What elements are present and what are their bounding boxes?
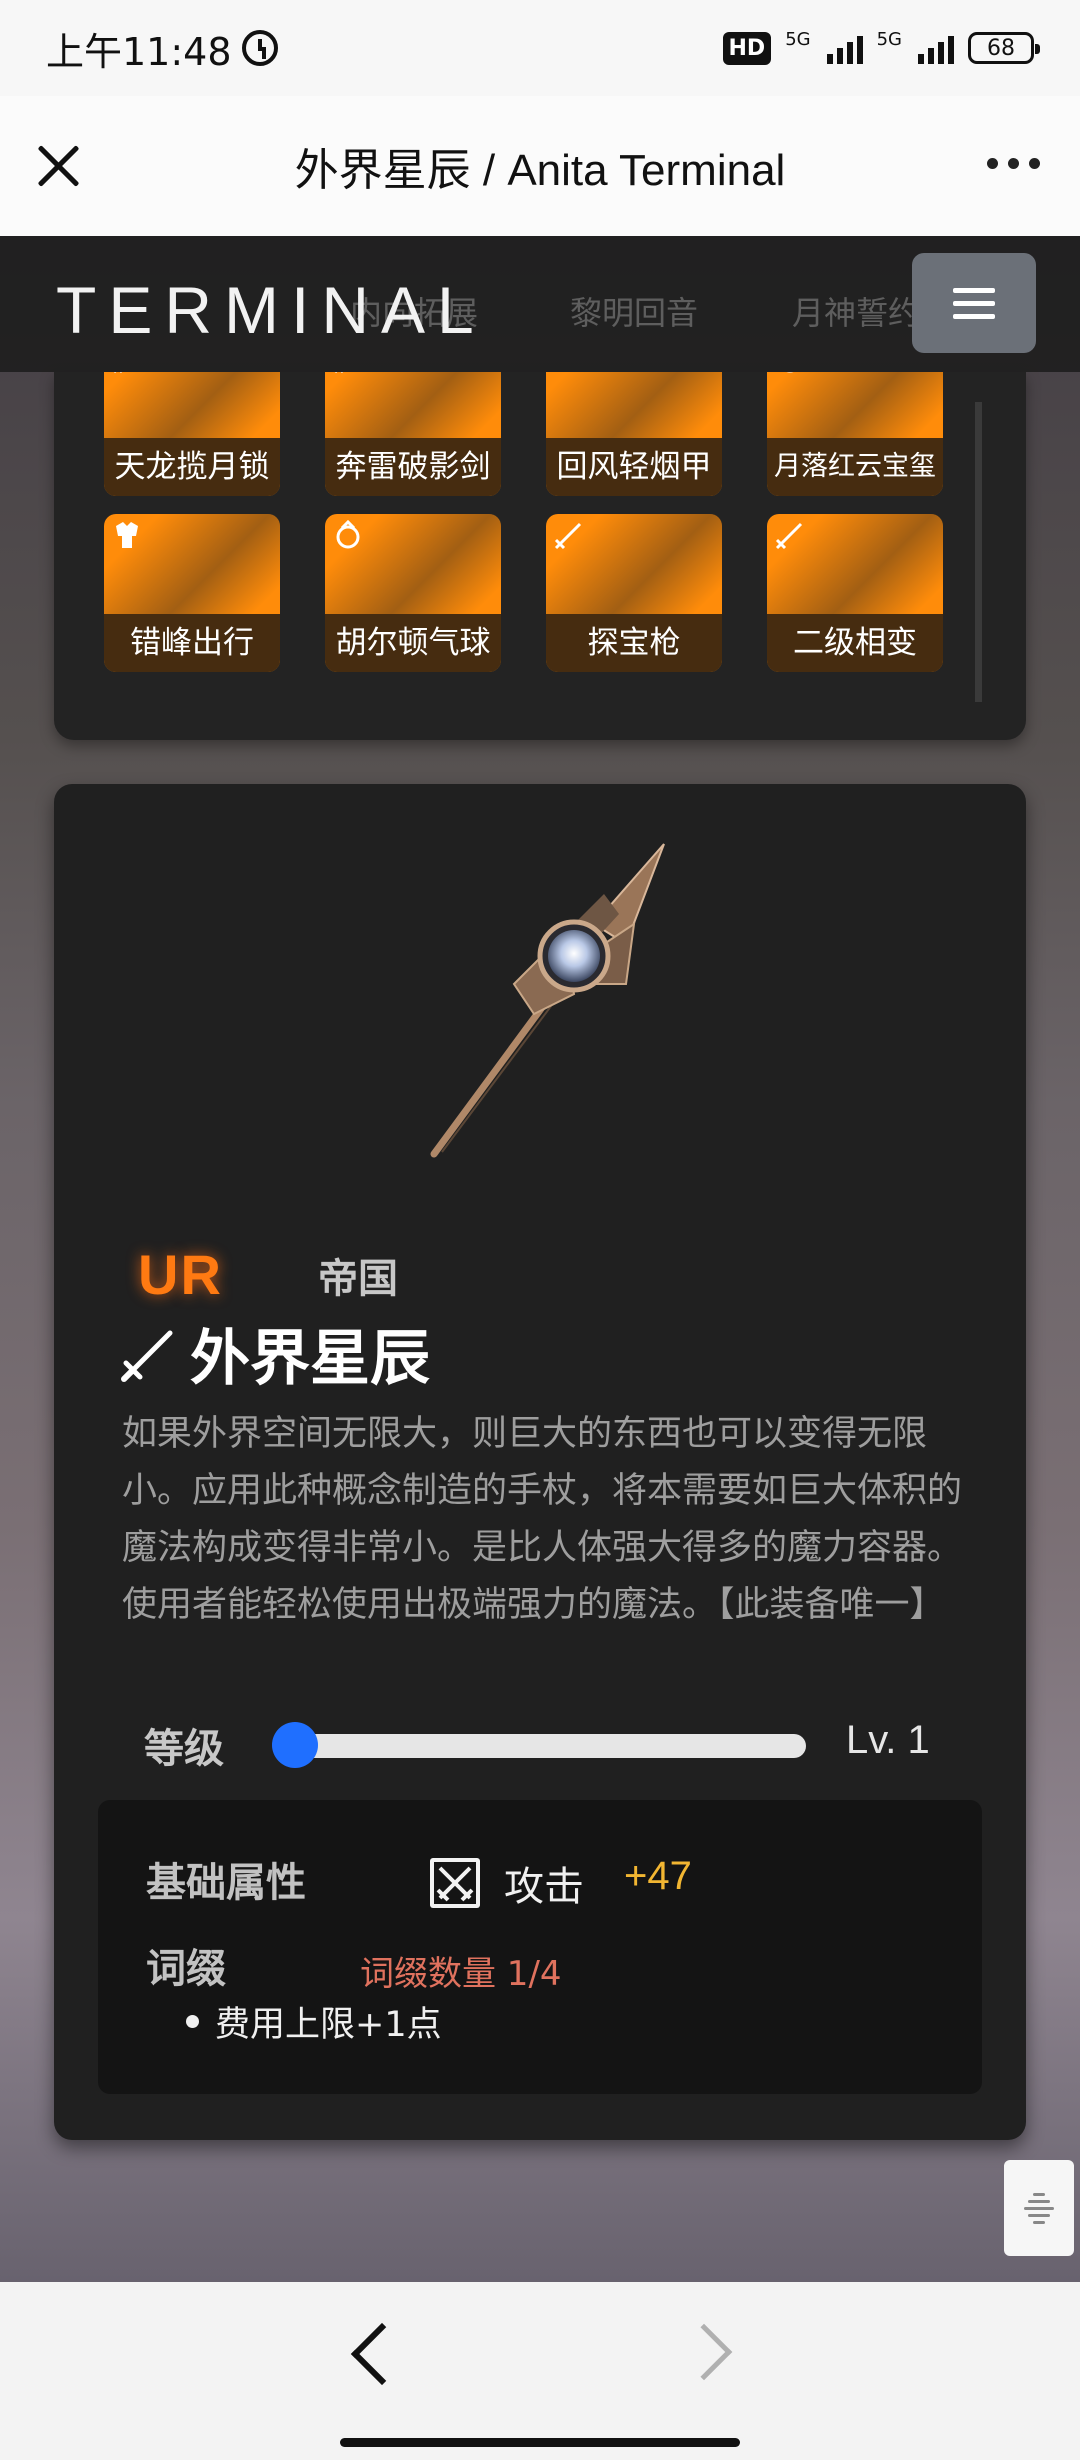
attack-label: 攻击 (504, 1864, 584, 1910)
armor-icon (116, 522, 138, 548)
level-slider-track[interactable] (280, 1734, 806, 1758)
item-description: 如果外界空间无限大，则巨大的东西也可以变得无限小。应用此种概念制造的手杖，将本需… (122, 1414, 963, 1625)
stats-box: 基础属性 攻击 +47 词缀 词缀数量 1/4 费用上限+1点 (98, 1800, 982, 2094)
hd-badge: HD (722, 31, 772, 65)
sword-icon (121, 1330, 173, 1382)
item-tile[interactable]: 错峰出行 (104, 514, 280, 672)
menu-button[interactable] (912, 253, 1036, 353)
item-tile[interactable]: 胡尔顿气球 (325, 514, 501, 672)
item-name-row: 外界星辰 (120, 1310, 430, 1397)
affix-label: 词缀 (146, 1946, 226, 1992)
weapon-image (430, 843, 665, 1158)
more-options-icon[interactable] (987, 158, 1040, 169)
item-tile-label: 错峰出行 (104, 614, 280, 672)
affix-count: 词缀数量 1/4 (360, 1954, 562, 1994)
item-detail-panel: UR 帝国 外界星辰 如果外界空间无限大，则巨大的东西也可以变得无限小。应用此种… (54, 784, 1026, 2140)
crown-icon (552, 372, 586, 376)
item-tile[interactable]: 奔雷破影剑 (325, 372, 501, 496)
sword-icon (775, 522, 803, 550)
battery-level: 68 (987, 35, 1015, 61)
item-tile-label: 月落红云宝玺 (767, 438, 943, 496)
clock: 上午11:48 (46, 29, 232, 74)
network-label-1: 5G (785, 28, 811, 50)
item-thumbnail (325, 372, 501, 438)
item-tile-label: 奔雷破影剑 (325, 438, 501, 496)
item-tile[interactable]: 月落红云宝玺 (767, 372, 943, 496)
item-tile-label: 胡尔顿气球 (325, 614, 501, 672)
item-tile-label: 天龙揽月锁 (104, 438, 280, 496)
forward-icon[interactable] (675, 2323, 733, 2381)
battery-icon: 68 (968, 32, 1040, 64)
base-stats-label: 基础属性 (146, 1860, 306, 1906)
item-thumbnail (767, 372, 943, 438)
sword-icon (335, 372, 343, 374)
status-right: HD 5G 5G 68 (722, 28, 1040, 68)
site-nav: 内向拓展 黎明回音 月神誓约 TERMINAL (0, 236, 1080, 372)
page-title: 外界星辰 / Anita Terminal (294, 146, 786, 195)
menu-icon (953, 287, 995, 293)
sword-icon (114, 372, 122, 374)
faction-label: 帝国 (318, 1256, 398, 1302)
item-tile[interactable]: 二级相变 (767, 514, 943, 672)
rarity-badge: UR (138, 1243, 223, 1306)
item-name: 外界星辰 (190, 1324, 430, 1394)
close-icon[interactable] (36, 143, 82, 189)
level-label: 等级 (144, 1726, 224, 1772)
affix-item: 费用上限+1点 (186, 1996, 442, 2047)
browser-bottom-bar (0, 2282, 1080, 2460)
item-tile-label: 二级相变 (767, 614, 943, 672)
site-logo[interactable]: TERMINAL (56, 272, 486, 348)
home-indicator[interactable] (340, 2438, 740, 2447)
item-tile-label: 探宝枪 (546, 614, 722, 672)
attack-value: +47 (624, 1854, 692, 1898)
ring-icon (786, 372, 794, 373)
item-tile-label: 回风轻烟甲 (546, 438, 722, 496)
status-left: 上午11:48 (46, 21, 278, 76)
alarm-icon (241, 30, 278, 66)
item-grid-panel: 天龙揽月锁 奔雷破影剑 回风轻烟甲 月落红云宝玺错峰出行 胡尔顿气球 探宝枪 二级相变 (54, 372, 1026, 740)
back-icon[interactable] (350, 2322, 414, 2386)
sword-icon (554, 522, 582, 550)
item-tile[interactable]: 探宝枪 (546, 514, 722, 672)
item-thumbnail (546, 372, 722, 438)
grid-scrollbar[interactable] (975, 402, 982, 702)
signal-icon (826, 32, 863, 64)
scroll-to-top-button[interactable] (1004, 2160, 1074, 2256)
browser-header: 外界星辰 / Anita Terminal (0, 96, 1080, 236)
level-slider-thumb[interactable] (272, 1722, 318, 1768)
ring-icon (336, 519, 360, 549)
item-tile[interactable]: 天龙揽月锁 (104, 372, 280, 496)
item-thumbnail (104, 372, 280, 438)
attack-icon (430, 1858, 480, 1908)
status-bar: 上午11:48 HD 5G 5G 68 (0, 0, 1080, 96)
level-value: Lv. 1 (846, 1718, 930, 1762)
network-label-2: 5G (876, 28, 902, 50)
signal-icon-2 (918, 32, 954, 64)
ghost-tab[interactable]: 黎明回音 (546, 288, 722, 334)
item-tile[interactable]: 回风轻烟甲 (546, 372, 722, 496)
